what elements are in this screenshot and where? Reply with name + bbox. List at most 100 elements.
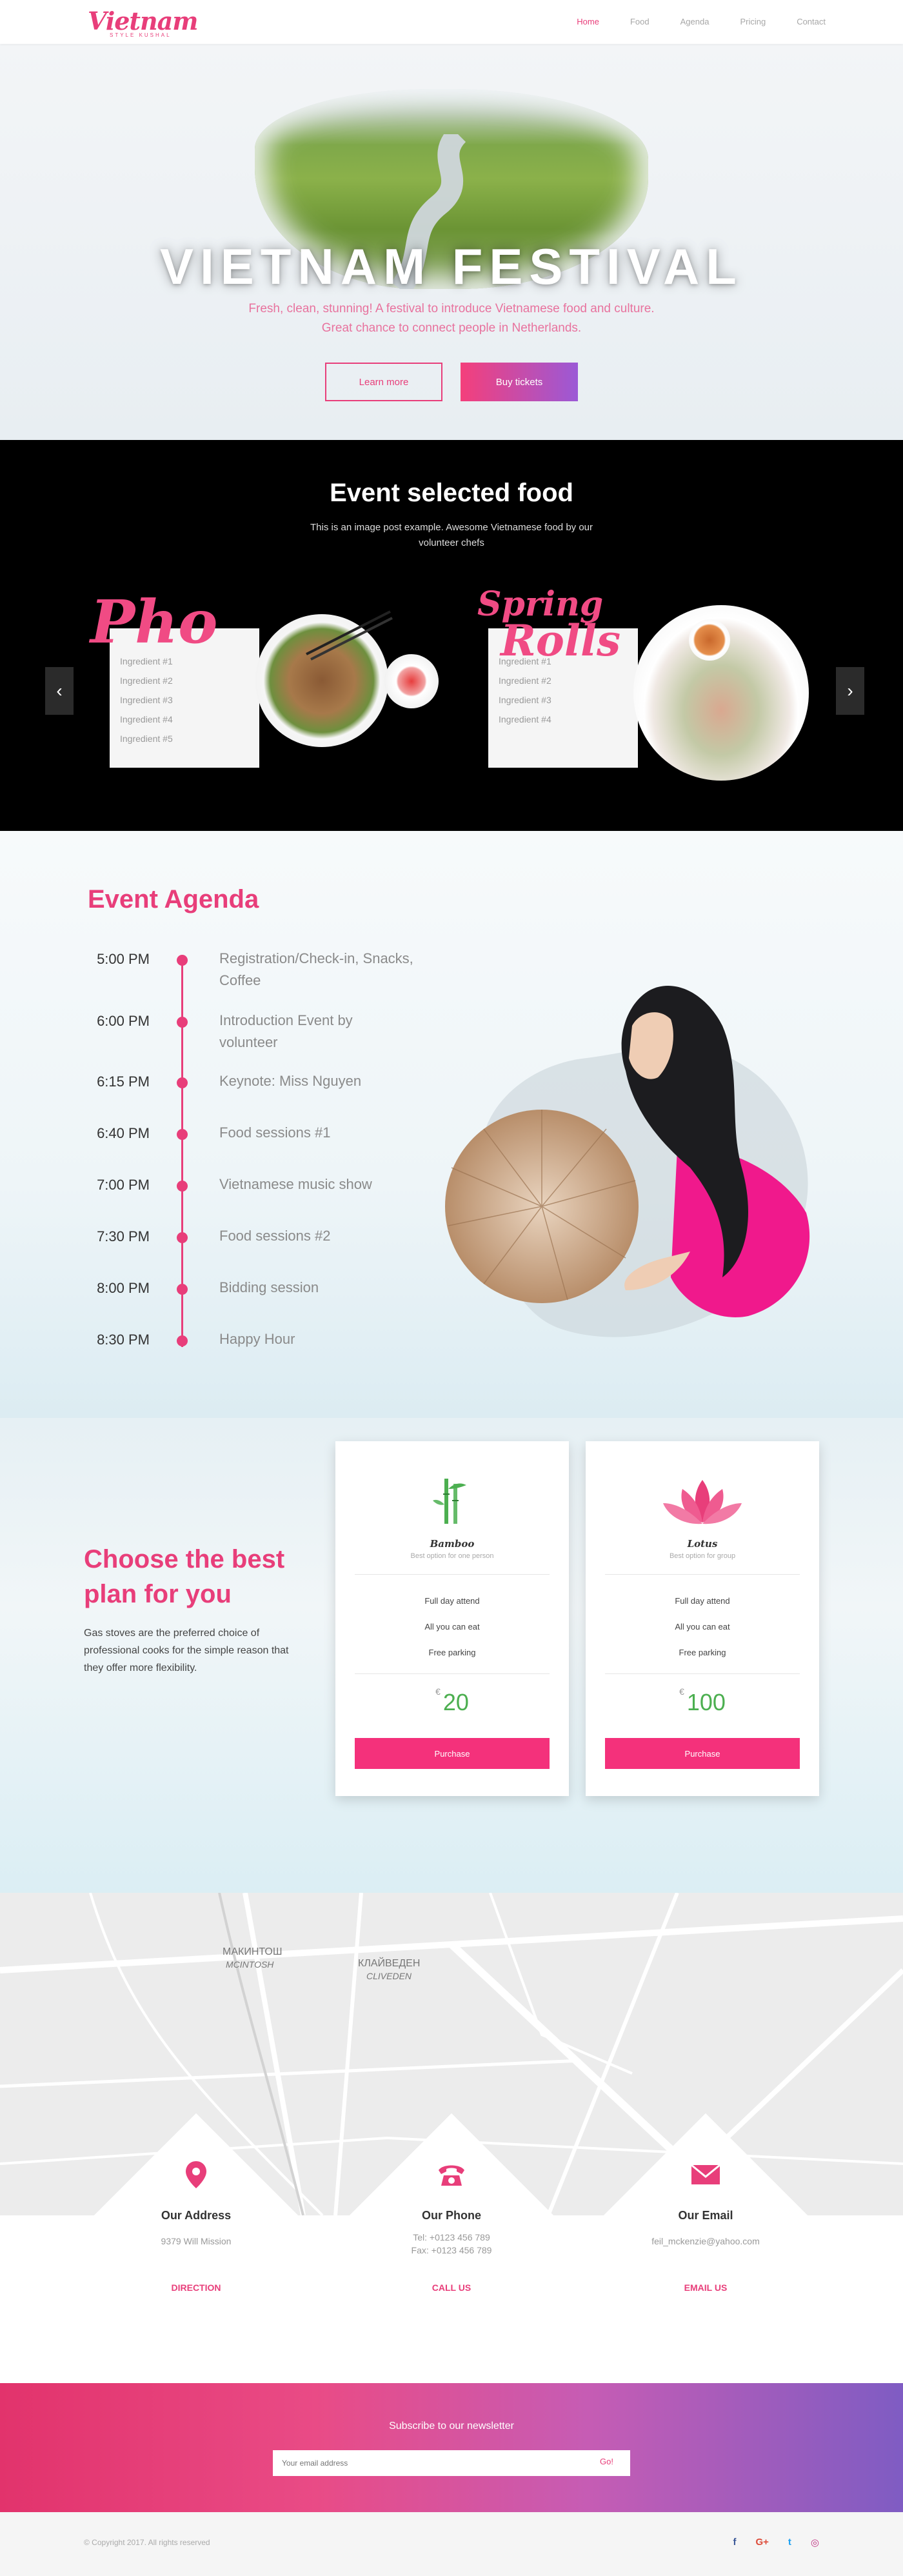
instagram-icon[interactable]: ◎ bbox=[811, 2537, 819, 2548]
envelope-icon bbox=[691, 2164, 720, 2184]
footer: © Copyright 2017. All rights reserved f … bbox=[0, 2512, 903, 2576]
price-value: 20 bbox=[442, 1689, 469, 1715]
agenda-event: Bidding session bbox=[219, 1279, 319, 1295]
timeline-dot bbox=[177, 1284, 188, 1295]
timeline-dot bbox=[177, 1335, 188, 1346]
currency-symbol: € bbox=[679, 1686, 684, 1697]
nav-link-food[interactable]: Food bbox=[630, 17, 650, 26]
newsletter-title: Subscribe to our newsletter bbox=[389, 2421, 514, 2431]
plan-name: Bamboo bbox=[430, 1538, 475, 1550]
newsletter-email-input[interactable] bbox=[273, 2450, 630, 2476]
plan-feature: Free parking bbox=[428, 1648, 476, 1657]
divider bbox=[605, 1673, 800, 1674]
divider bbox=[605, 1574, 800, 1575]
carousel-next-arrow[interactable]: › bbox=[836, 667, 864, 715]
food-section: Event selected food This is an image pos… bbox=[0, 440, 903, 831]
agenda-event: Introduction Event by volunteer bbox=[219, 1012, 353, 1050]
agenda-time: 6:40 PM bbox=[97, 1125, 150, 1141]
food-subtitle-line1: This is an image post example. Awesome V… bbox=[310, 522, 593, 533]
card-title: Our Address bbox=[161, 2209, 232, 2222]
currency-symbol: € bbox=[435, 1686, 441, 1697]
pricing-description: Gas stoves are the preferred choice of p… bbox=[84, 1628, 289, 1673]
agenda-section: Event Agenda 5:00 PM Registration/Check-… bbox=[0, 831, 903, 1418]
pricing-title-line1: Choose the best bbox=[84, 1545, 285, 1573]
buy-tickets-button[interactable]: Buy tickets bbox=[461, 363, 578, 401]
plan-feature: All you can eat bbox=[675, 1622, 730, 1632]
map-label: КЛАЙВЕДЕН bbox=[358, 1957, 420, 1969]
site-logo[interactable]: Vietnam bbox=[88, 6, 198, 35]
spring-rolls-ingredient: Ingredient #2 bbox=[499, 675, 551, 686]
hero-section: VIETNAM FESTIVAL Fresh, clean, stunning!… bbox=[0, 44, 903, 440]
dipping-sauce-image bbox=[689, 619, 730, 661]
twitter-icon[interactable]: t bbox=[788, 2537, 791, 2548]
direction-link[interactable]: DIRECTION bbox=[80, 2282, 312, 2293]
agenda-event: Keynote: Miss Nguyen bbox=[219, 1073, 362, 1089]
bamboo-icon bbox=[433, 1479, 466, 1524]
timeline-dot bbox=[177, 1017, 188, 1028]
contact-card-phone: Our Phone Tel: +0123 456 789 Fax: +0123 … bbox=[335, 2112, 568, 2344]
timeline-dot bbox=[177, 1232, 188, 1243]
plan-feature: All you can eat bbox=[424, 1622, 480, 1632]
call-us-link[interactable]: CALL US bbox=[335, 2282, 568, 2293]
social-links: f G+ t ◎ bbox=[733, 2537, 819, 2548]
agenda-time: 8:00 PM bbox=[97, 1280, 150, 1296]
agenda-time: 7:30 PM bbox=[97, 1228, 150, 1244]
pho-ingredient: Ingredient #3 bbox=[120, 695, 173, 705]
divider bbox=[355, 1574, 550, 1575]
nav-link-home[interactable]: Home bbox=[577, 17, 599, 26]
hero-subtitle-line1: Fresh, clean, stunning! A festival to in… bbox=[248, 302, 655, 315]
plan-tagline: Best option for one person bbox=[410, 1552, 494, 1560]
plan-price: €100 bbox=[586, 1686, 819, 1716]
contact-card-email: Our Email feil_mckenzie@yahoo.com EMAIL … bbox=[590, 2112, 822, 2344]
plan-feature: Full day attend bbox=[675, 1596, 730, 1606]
pricing-card-bamboo: Bamboo Best option for one person Full d… bbox=[335, 1441, 569, 1796]
spring-rolls-ingredient: Ingredient #4 bbox=[499, 714, 551, 724]
pho-ingredient: Ingredient #2 bbox=[120, 675, 173, 686]
pricing-title: Choose the best plan for you bbox=[84, 1542, 284, 1612]
timeline-dot bbox=[177, 1181, 188, 1192]
girl-with-hat-image bbox=[445, 986, 810, 1337]
map-label: MCINTOSH bbox=[226, 1959, 274, 1970]
agenda-event: Happy Hour bbox=[219, 1331, 295, 1347]
copyright-text: © Copyright 2017. All rights reserved bbox=[84, 2538, 210, 2547]
agenda-event: Food sessions #2 bbox=[219, 1228, 331, 1244]
map-label: МАКИНТОШ bbox=[223, 1946, 283, 1957]
plan-feature: Free parking bbox=[679, 1648, 726, 1657]
divider bbox=[355, 1673, 550, 1674]
nav-link-contact[interactable]: Contact bbox=[797, 17, 826, 26]
hero-subtitle: Fresh, clean, stunning! A festival to in… bbox=[0, 299, 903, 338]
purchase-button-bamboo[interactable]: Purchase bbox=[355, 1738, 550, 1769]
nav-link-agenda[interactable]: Agenda bbox=[680, 17, 710, 26]
agenda-time: 5:00 PM bbox=[97, 951, 150, 967]
learn-more-button[interactable]: Learn more bbox=[325, 363, 442, 401]
map-label: CLIVEDEN bbox=[366, 1971, 412, 1981]
nav-link-pricing[interactable]: Pricing bbox=[740, 17, 766, 26]
purchase-button-lotus[interactable]: Purchase bbox=[605, 1738, 800, 1769]
top-nav: Vietnam STYLE KUSHAL Home Food Agenda Pr… bbox=[0, 0, 903, 44]
carousel-prev-arrow[interactable]: ‹ bbox=[45, 667, 74, 715]
agenda-event: Food sessions #1 bbox=[219, 1124, 331, 1141]
lotus-icon bbox=[663, 1480, 742, 1524]
facebook-icon[interactable]: f bbox=[733, 2537, 736, 2548]
card-line: Fax: +0123 456 789 bbox=[411, 2245, 492, 2255]
google-plus-icon[interactable]: G+ bbox=[755, 2537, 768, 2548]
contact-card-address: Our Address 9379 Will Mission DIRECTION bbox=[80, 2112, 312, 2344]
pho-title: Pho bbox=[90, 587, 218, 657]
spring-rolls-ingredient: Ingredient #3 bbox=[499, 695, 551, 705]
sauce-dish-image bbox=[384, 654, 439, 708]
email-us-link[interactable]: EMAIL US bbox=[590, 2282, 822, 2293]
pricing-section: Choose the best plan for you Gas stoves … bbox=[0, 1418, 903, 1893]
card-title: Our Phone bbox=[421, 2209, 481, 2222]
pho-ingredient: Ingredient #4 bbox=[120, 714, 173, 724]
food-subtitle-line2: volunteer chefs bbox=[419, 537, 484, 548]
pricing-title-line2: plan for you bbox=[84, 1580, 232, 1608]
agenda-time: 6:00 PM bbox=[97, 1013, 150, 1029]
card-content: Our Email feil_mckenzie@yahoo.com EMAIL … bbox=[590, 2112, 822, 2344]
nav-links: Home Food Agenda Pricing Contact bbox=[577, 17, 826, 26]
contact-section: МАКИНТОШ MCINTOSH КЛАЙВЕДЕН CLIVEDEN Our… bbox=[0, 1893, 903, 2383]
map-pin-icon bbox=[186, 2161, 206, 2188]
card-line: Tel: +0123 456 789 bbox=[413, 2232, 490, 2242]
agenda-time: 7:00 PM bbox=[97, 1177, 150, 1193]
newsletter-go-button[interactable]: Go! bbox=[600, 2457, 613, 2466]
food-subtitle: This is an image post example. Awesome V… bbox=[0, 520, 903, 551]
